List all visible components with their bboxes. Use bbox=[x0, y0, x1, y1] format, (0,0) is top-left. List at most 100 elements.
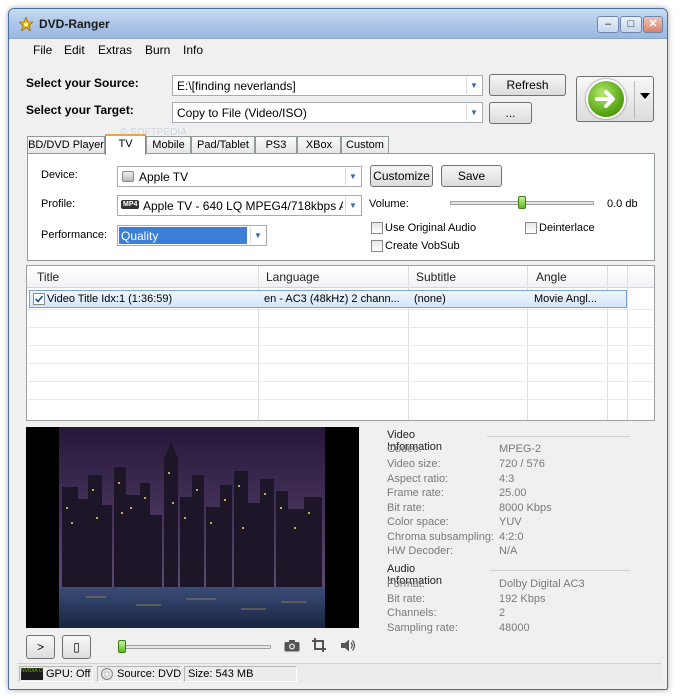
tab-custom[interactable]: Custom bbox=[341, 136, 389, 154]
stop-button[interactable]: ▯ bbox=[62, 635, 91, 659]
tab-tv[interactable]: TV bbox=[105, 134, 146, 155]
source-status: Source: DVD bbox=[97, 666, 181, 682]
tab-xbox[interactable]: XBox bbox=[297, 136, 341, 154]
save-profile-button[interactable]: Save bbox=[441, 165, 502, 187]
play-button[interactable]: > bbox=[26, 635, 55, 659]
info-value: 720 / 576 bbox=[499, 458, 545, 470]
menu-file[interactable]: File bbox=[33, 43, 52, 57]
app-window: DVD-Ranger – □ ✕ File Edit Extras Burn I… bbox=[8, 8, 668, 690]
close-icon: ✕ bbox=[648, 18, 658, 30]
minimize-button[interactable]: – bbox=[597, 16, 619, 33]
apple-tv-device-icon bbox=[122, 171, 134, 182]
device-select[interactable]: Apple TV ▼ bbox=[117, 166, 362, 187]
tab-bd-dvd-player[interactable]: BD/DVD Player bbox=[27, 136, 105, 154]
seek-slider-track[interactable] bbox=[121, 645, 271, 649]
crop-icon[interactable] bbox=[311, 637, 327, 656]
info-key: Frame rate: bbox=[387, 487, 444, 499]
window-title: DVD-Ranger bbox=[39, 17, 110, 31]
volume-value: 0.0 db bbox=[607, 198, 638, 210]
info-key: Codec: bbox=[387, 443, 422, 455]
source-label: Select your Source: bbox=[26, 76, 139, 90]
menu-info[interactable]: Info bbox=[183, 43, 203, 57]
close-button[interactable]: ✕ bbox=[643, 16, 663, 33]
titles-grid: Title Language Subtitle Angle Video Titl… bbox=[26, 265, 655, 421]
dropdown-caret-icon: ▼ bbox=[345, 168, 360, 185]
dropdown-caret-icon: ▼ bbox=[250, 227, 265, 244]
grid-line bbox=[27, 399, 654, 400]
dvd-disc-icon bbox=[101, 668, 113, 680]
device-value: Apple TV bbox=[139, 170, 189, 184]
column-title[interactable]: Title bbox=[37, 270, 59, 284]
table-row[interactable]: Video Title Idx:1 (1:36:59) en - AC3 (48… bbox=[29, 290, 627, 308]
gpu-status-text: GPU: Off bbox=[46, 668, 91, 680]
grid-line bbox=[27, 381, 654, 382]
volume-slider-thumb[interactable] bbox=[518, 196, 526, 209]
tab-mobile[interactable]: Mobile bbox=[146, 136, 191, 154]
info-value: 192 Kbps bbox=[499, 593, 546, 605]
title-select-checkbox[interactable] bbox=[33, 293, 45, 305]
start-conversion-button[interactable] bbox=[576, 76, 654, 122]
column-divider bbox=[627, 266, 628, 420]
source-select[interactable]: E:\[finding neverlands] ▼ bbox=[172, 75, 483, 96]
info-key: Video size: bbox=[387, 458, 441, 470]
title-bar[interactable]: DVD-Ranger – □ ✕ bbox=[9, 9, 667, 39]
refresh-button[interactable]: Refresh bbox=[489, 74, 566, 96]
seek-slider-thumb[interactable] bbox=[118, 640, 126, 653]
target-select[interactable]: Copy to File (Video/ISO) ▼ bbox=[172, 102, 483, 123]
profile-select[interactable]: MP4 Apple TV - 640 LQ MPEG4/718kbps AAC/… bbox=[117, 195, 362, 216]
info-key: HW Decoder: bbox=[387, 545, 454, 557]
info-key: Color space: bbox=[387, 516, 449, 528]
go-arrow-icon bbox=[586, 79, 626, 119]
info-value: YUV bbox=[499, 516, 522, 528]
target-value: Copy to File (Video/ISO) bbox=[177, 106, 307, 120]
grid-line bbox=[27, 345, 654, 346]
deinterlace-label: Deinterlace bbox=[539, 222, 595, 234]
source-value: E:\[finding neverlands] bbox=[177, 79, 296, 93]
volume-label: Volume: bbox=[369, 198, 409, 210]
use-original-audio-checkbox[interactable] bbox=[371, 222, 383, 234]
video-preview[interactable] bbox=[26, 427, 359, 628]
maximize-button[interactable]: □ bbox=[620, 16, 642, 33]
menu-bar: File Edit Extras Burn Info bbox=[17, 39, 661, 59]
camera-snapshot-icon[interactable] bbox=[284, 639, 300, 655]
menu-extras[interactable]: Extras bbox=[98, 43, 132, 57]
performance-select[interactable]: Quality ▼ bbox=[117, 225, 267, 246]
nvidia-cuda-icon: NVIDIA CUDA bbox=[21, 668, 43, 680]
row-title: Video Title Idx:1 (1:36:59) bbox=[47, 293, 173, 305]
browse-target-button[interactable]: ... bbox=[489, 102, 532, 124]
go-options-caret-icon[interactable] bbox=[640, 93, 650, 99]
info-key: Sampling rate: bbox=[387, 622, 458, 634]
info-value: 2 bbox=[499, 607, 506, 619]
video-frame-image bbox=[59, 427, 325, 628]
info-value: 25.00 bbox=[499, 487, 527, 499]
tab-pad-tablet[interactable]: Pad/Tablet bbox=[191, 136, 255, 154]
tab-ps3[interactable]: PS3 bbox=[255, 136, 297, 154]
grid-line bbox=[27, 363, 654, 364]
info-key: Bit rate: bbox=[387, 593, 425, 605]
customize-button[interactable]: Customize bbox=[370, 165, 433, 187]
main-client: File Edit Extras Burn Info Select your S… bbox=[17, 39, 661, 685]
grid-line bbox=[27, 309, 654, 310]
create-vobsub-checkbox[interactable] bbox=[371, 240, 383, 252]
info-value: MPEG-2 bbox=[499, 443, 542, 455]
column-angle[interactable]: Angle bbox=[536, 270, 567, 284]
size-status: Size: 543 MB bbox=[184, 666, 297, 682]
profile-label: Profile: bbox=[41, 198, 76, 210]
section-rule bbox=[490, 570, 630, 571]
device-label: Device: bbox=[41, 169, 78, 181]
info-key: Chroma subsampling: bbox=[387, 531, 494, 543]
dropdown-caret-icon: ▼ bbox=[345, 197, 360, 214]
menu-edit[interactable]: Edit bbox=[64, 43, 85, 57]
column-subtitle[interactable]: Subtitle bbox=[416, 270, 456, 284]
maximize-icon: □ bbox=[627, 18, 635, 30]
create-vobsub-label: Create VobSub bbox=[385, 240, 460, 252]
performance-value: Quality bbox=[119, 227, 247, 244]
target-label: Select your Target: bbox=[26, 103, 134, 117]
column-language[interactable]: Language bbox=[266, 270, 319, 284]
speaker-icon[interactable] bbox=[340, 639, 356, 655]
grid-line bbox=[27, 327, 654, 328]
menu-burn[interactable]: Burn bbox=[145, 43, 170, 57]
profile-value: Apple TV - 640 LQ MPEG4/718kbps AAC/6 bbox=[143, 199, 343, 213]
deinterlace-checkbox[interactable] bbox=[525, 222, 537, 234]
info-key: Format: bbox=[387, 578, 425, 590]
